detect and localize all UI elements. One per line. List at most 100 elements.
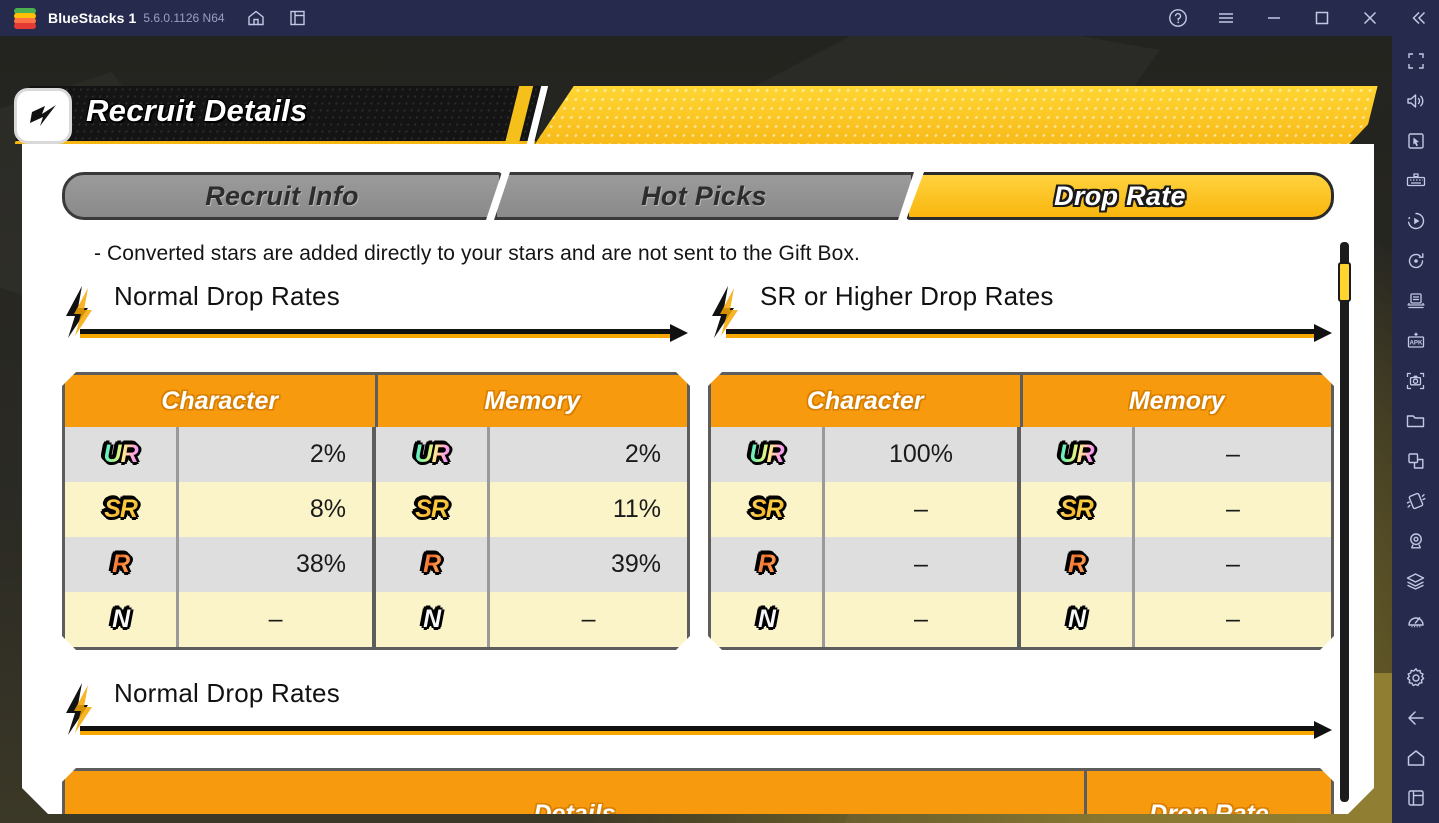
rarity-badge-r: R [65,537,179,592]
copy-paste-icon[interactable] [1401,446,1431,476]
install-apk-icon[interactable]: APK [1401,326,1431,356]
back-button[interactable] [14,88,72,144]
table-row: UR 2% UR 2% [65,427,687,482]
table-row: R – R – [711,537,1331,592]
memory-rate: – [1226,495,1240,523]
character-rate: 38% [179,537,376,592]
rarity-badge-r: R [711,537,825,592]
memory-rate: – [1226,440,1240,468]
back-icon[interactable] [1401,703,1431,733]
help-icon[interactable] [1167,7,1189,29]
tab-recruit-info[interactable]: Recruit Info [62,172,502,220]
rarity-badge-n: N [376,592,490,647]
character-rate: 100% [825,427,1021,482]
section-title: Normal Drop Rates [114,281,340,311]
memory-rate: – [1226,605,1240,633]
details-drop-rate-table-partial: Details Drop Rate [62,768,1334,814]
tab-hot-picks[interactable]: Hot Picks [494,172,914,220]
rarity-badge-n: N [1021,592,1135,647]
rarity-badge-ur: UR [65,427,179,482]
rarity-badge-sr: SR [711,482,825,537]
scrollbar-thumb[interactable] [1338,262,1351,302]
character-rate: – [825,482,1021,537]
rarity-badge-sr: SR [376,482,490,537]
home-icon[interactable] [1401,743,1431,773]
memory-rate: 11% [612,495,661,523]
header-banner-strip [532,86,1377,148]
table-row: UR 100% UR – [711,427,1331,482]
location-icon[interactable] [1401,526,1431,556]
home-icon[interactable] [245,7,267,29]
volume-icon[interactable] [1401,86,1431,116]
section-header-normal-drop-rates-2: Normal Drop Rates [62,679,1334,737]
close-icon[interactable] [1359,7,1381,29]
fullscreen-icon[interactable] [1401,46,1431,76]
menu-icon[interactable] [1215,7,1237,29]
table-row: N – N – [711,592,1331,647]
game-viewport[interactable]: Recruit Details Recruit Info Hot Picks D… [0,36,1392,823]
table-row: SR – SR – [711,482,1331,537]
memory-rate: 39% [610,550,661,578]
app-name: BlueStacks 1 [48,10,137,26]
back-arrow-icon [30,105,56,126]
memory-rate: – [581,605,596,633]
column-header-character: Character [711,375,1023,427]
rarity-badge-ur: UR [1021,427,1135,482]
recent-apps-icon[interactable] [1401,783,1431,813]
scrollbar-track[interactable] [1340,242,1349,802]
rarity-badge-ur: UR [711,427,825,482]
bluestacks-titlebar: BlueStacks 1 5.6.0.1126 N64 [0,0,1439,36]
character-rate: – [825,537,1021,592]
performance-icon[interactable] [1401,606,1431,636]
table-row: SR 8% SR 11% [65,482,687,537]
column-header-memory: Memory [484,386,581,415]
character-rate: 2% [179,427,376,482]
settings-icon[interactable] [1401,663,1431,693]
pointer-mode-icon[interactable] [1401,126,1431,156]
layers-icon[interactable] [1401,566,1431,596]
rarity-badge-r: R [376,537,490,592]
recruit-details-panel: Recruit Info Hot Picks Drop Rate - Conve… [22,144,1374,814]
character-rate: – [179,592,376,647]
column-header-drop-rate: Drop Rate [1149,799,1269,814]
memory-rate: 2% [624,440,661,468]
table-header-row: Character Memory [711,375,1331,427]
page-title: Recruit Details [86,93,308,128]
macro-recorder-icon[interactable] [1401,206,1431,236]
minimize-icon[interactable] [1263,7,1285,29]
rarity-badge-sr: SR [65,482,179,537]
section-header-sr-or-higher-drop-rates: SR or Higher Drop Rates [708,282,1334,340]
app-version: 5.6.0.1126 N64 [143,11,225,25]
keyboard-controls-icon[interactable] [1401,166,1431,196]
multi-instance-manager-icon[interactable] [1401,286,1431,316]
table-row: N – N – [65,592,687,647]
rarity-badge-ur: UR [376,427,490,482]
rotate-icon[interactable] [1401,246,1431,276]
table-row: R 38% R 39% [65,537,687,592]
rarity-badge-r: R [1021,537,1135,592]
tab-drop-rate[interactable]: Drop Rate [906,172,1334,220]
collapse-sidebar-icon[interactable] [1407,7,1429,29]
bluestacks-sidebar: APK [1392,36,1439,823]
table-header-row: Character Memory [65,375,687,427]
rarity-badge-sr: SR [1021,482,1135,537]
column-header-details: Details [65,771,1087,814]
shake-icon[interactable] [1401,486,1431,516]
sr-or-higher-drop-rate-table: Character Memory UR 100% UR – SR – SR – [708,372,1334,650]
screenshot-icon[interactable] [1401,366,1431,396]
tab-bar: Recruit Info Hot Picks Drop Rate [62,172,1334,220]
column-header-character: Character [65,375,378,427]
memory-rate: – [1226,550,1240,578]
converted-stars-note: - Converted stars are added directly to … [94,242,860,265]
rarity-badge-n: N [711,592,825,647]
media-manager-icon[interactable] [1401,406,1431,436]
multi-instance-icon[interactable] [287,7,309,29]
maximize-icon[interactable] [1311,7,1333,29]
rarity-badge-n: N [65,592,179,647]
section-title: Normal Drop Rates [114,678,340,708]
section-header-normal-drop-rates: Normal Drop Rates [62,282,690,340]
bluestacks-logo-icon [14,8,36,29]
svg-text:APK: APK [1409,340,1423,347]
character-rate: 8% [179,482,376,537]
section-title: SR or Higher Drop Rates [760,281,1054,311]
